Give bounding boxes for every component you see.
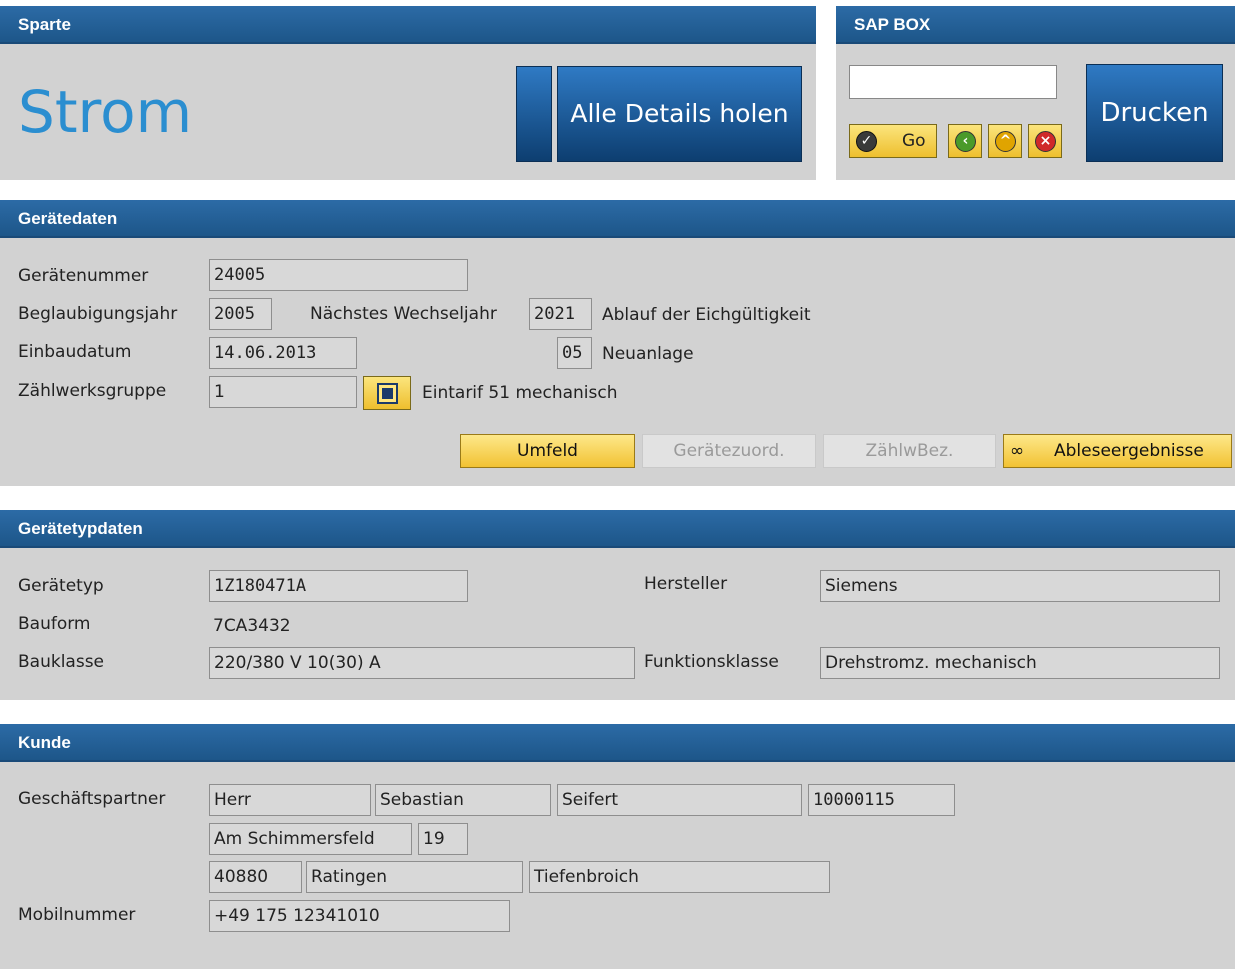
details-button[interactable]: Alle Details holen (557, 66, 802, 162)
zaehlwbez-button[interactable]: ZählwBez. (823, 434, 996, 468)
beglaubigungsjahr-label: Beglaubigungsjahr (18, 304, 178, 324)
kunde-panel: Kunde Geschäftspartner Herr Sebastian Se… (0, 724, 1235, 969)
print-button[interactable]: Drucken (1086, 64, 1223, 162)
geraetetyp-label: Gerätetyp (18, 576, 104, 596)
sapbox-header: SAP BOX (836, 6, 1235, 44)
einbaudatum-label: Einbaudatum (18, 342, 132, 362)
exit-button[interactable]: ^ (988, 124, 1022, 158)
vorname-field[interactable]: Sebastian (375, 784, 551, 816)
funktionsklasse-label: Funktionsklasse (644, 652, 779, 672)
kunde-header: Kunde (0, 724, 1235, 762)
zaehlwerksgruppe-label: Zählwerksgruppe (18, 381, 167, 401)
ort-field[interactable]: Ratingen (306, 861, 523, 893)
code-text: Neuanlage (602, 344, 694, 364)
sparte-panel: Sparte Strom Alle Details holen (0, 6, 816, 180)
hausnr-field[interactable]: 19 (418, 823, 468, 855)
ablauf-text: Ablauf der Eichgültigkeit (602, 305, 811, 325)
mobil-label: Mobilnummer (18, 905, 136, 925)
cancel-icon: × (1035, 131, 1056, 152)
beglaubigungsjahr-field[interactable]: 2005 (209, 298, 272, 330)
naechstes-wechseljahr-field[interactable]: 2021 (529, 298, 592, 330)
check-icon: ✓ (856, 131, 877, 152)
geraetenummer-field[interactable]: 24005 (209, 259, 468, 291)
geraetetypdaten-panel: Gerätetypdaten Gerätetyp 1Z180471A Herst… (0, 510, 1235, 700)
sparte-header: Sparte (0, 6, 816, 44)
ableseergebnisse-button[interactable]: ∞ Ableseergebnisse (1003, 434, 1232, 468)
funktionsklasse-field[interactable]: Drehstromz. mechanisch (820, 647, 1220, 679)
bauform-label: Bauform (18, 614, 91, 634)
go-button[interactable]: ✓ Go (849, 124, 937, 158)
back-arrow-icon: ‹ (955, 131, 976, 152)
geraetetypdaten-header: Gerätetypdaten (0, 510, 1235, 548)
geraetedaten-panel: Gerätedaten Gerätenummer 24005 Beglaubig… (0, 200, 1235, 486)
value-help-icon-mark (382, 388, 393, 399)
partner-nr-field[interactable]: 10000115 (808, 784, 955, 816)
go-label: Go (902, 131, 926, 151)
geraetezuord-button[interactable]: Gerätezuord. (642, 434, 816, 468)
ortsteil-field[interactable]: Tiefenbroich (529, 861, 830, 893)
bauklasse-label: Bauklasse (18, 652, 105, 672)
bauform-value: 7CA3432 (213, 616, 291, 636)
naechstes-wechseljahr-label: Nächstes Wechseljahr (310, 304, 497, 324)
geraetetyp-field[interactable]: 1Z180471A (209, 570, 468, 602)
command-input[interactable] (849, 65, 1057, 99)
zaehlwerksgruppe-field[interactable]: 1 (209, 376, 357, 408)
back-button[interactable]: ‹ (948, 124, 982, 158)
code-field[interactable]: 05 (557, 337, 592, 369)
mobil-field[interactable]: +49 175 12341010 (209, 900, 510, 932)
einbaudatum-field[interactable]: 14.06.2013 (209, 337, 357, 369)
geraetenummer-label: Gerätenummer (18, 266, 149, 286)
nachname-field[interactable]: Seifert (557, 784, 802, 816)
ableseergebnisse-label: Ableseergebnisse (1054, 441, 1204, 461)
cancel-button[interactable]: × (1028, 124, 1062, 158)
value-help-button[interactable] (363, 376, 411, 410)
umfeld-button[interactable]: Umfeld (460, 434, 635, 468)
up-arrow-icon: ^ (995, 131, 1016, 152)
partner-label: Geschäftspartner (18, 789, 166, 809)
strasse-field[interactable]: Am Schimmersfeld (209, 823, 412, 855)
details-side-button[interactable] (516, 66, 552, 162)
plz-field[interactable]: 40880 (209, 861, 302, 893)
bauklasse-field[interactable]: 220/380 V 10(30) A (209, 647, 635, 679)
hersteller-label: Hersteller (644, 574, 728, 594)
anrede-field[interactable]: Herr (209, 784, 371, 816)
glasses-icon: ∞ (1010, 441, 1025, 461)
geraetedaten-header: Gerätedaten (0, 200, 1235, 238)
sparte-value: Strom (18, 78, 193, 146)
hersteller-field[interactable]: Siemens (820, 570, 1220, 602)
sapbox-panel: SAP BOX ✓ Go ‹ ^ × Drucken (836, 6, 1235, 180)
zaehlwerk-text: Eintarif 51 mechanisch (422, 383, 618, 403)
